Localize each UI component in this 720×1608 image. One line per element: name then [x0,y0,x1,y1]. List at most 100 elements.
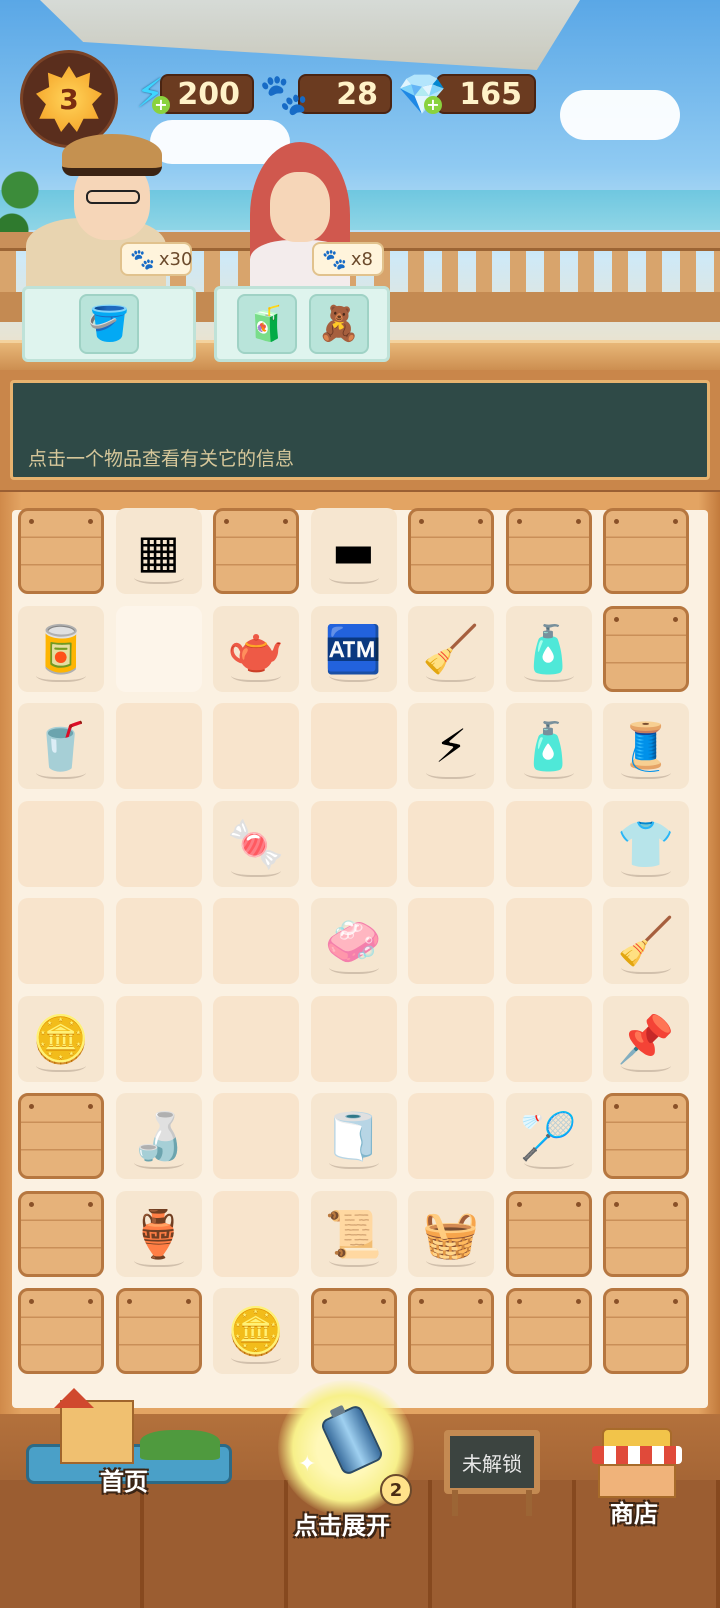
board-item-vase[interactable]: 🏺 [115,1190,202,1277]
empty-cell [408,995,494,1082]
cobweb [621,763,671,779]
cobweb [328,958,379,974]
board-item-tin-can[interactable]: 🥫 [18,605,104,692]
level-number: 3 [59,82,79,116]
locked-crate[interactable] [603,605,689,692]
cobweb [523,763,574,779]
paw-value: 28 [298,74,392,114]
vending-machine-icon: 🏧 [324,621,383,676]
locked-crate[interactable] [408,1288,494,1374]
locked-sign[interactable]: 未解锁 [444,1430,540,1494]
tin-can-icon: 🥫 [32,621,90,676]
board-item-badminton-racket[interactable]: 🏸 [505,1093,592,1179]
empty-cell [115,703,202,789]
vase-icon: 🏺 [129,1206,188,1261]
empty-cell [310,995,397,1082]
board-item-coins[interactable]: 🪙 [213,1288,299,1374]
locked-crate[interactable] [18,1190,104,1277]
board-item-folded-cloth[interactable]: 🧺 [408,1190,494,1277]
tshirt-icon: 👕 [617,816,675,871]
locked-crate[interactable] [603,1288,689,1374]
board-item-bottle[interactable]: 🍶 [115,1093,202,1179]
cobweb [621,958,671,974]
add-energy-icon[interactable]: + [152,96,170,114]
order-card[interactable]: 🧃 🧸 [214,286,390,362]
sign-legs [452,1490,532,1516]
board-item-soap[interactable]: 🧼 [310,898,397,984]
locked-crate[interactable] [408,508,494,594]
locked-crate[interactable] [18,508,104,594]
empty-cell [115,898,202,984]
torn-paper-icon: 📜 [324,1206,383,1261]
shop-icon [598,1464,676,1498]
board-item-detergent-bag[interactable]: 🧴 [505,605,592,692]
board-item-energy-generator[interactable]: ⚡ [408,703,494,789]
home-button[interactable]: 首页 [20,1380,232,1500]
order-card[interactable]: 🪣 [22,286,196,362]
locked-crate[interactable] [603,1093,689,1179]
board-item-tshirt[interactable]: 👕 [603,800,689,887]
expand-label[interactable]: 点击展开 [294,1506,390,1541]
awning [40,0,580,70]
locked-crate[interactable] [505,508,592,594]
board-item-grill[interactable]: ▦ [115,508,202,594]
cobweb [328,568,379,584]
pink-towel-icon[interactable]: 🧸 [309,294,369,354]
empty-cell [505,800,592,887]
add-gems-icon[interactable]: + [424,96,442,114]
paw-counter[interactable]: 28 🐾 [258,72,392,118]
board-item-teapot[interactable]: 🫖 [213,605,299,692]
board-item-rake[interactable]: 🧹 [408,605,494,692]
board-item-mop[interactable]: 🧹 [603,898,689,984]
empty-cell [213,1093,299,1179]
empty-cell [310,800,397,887]
cobweb [133,1251,184,1267]
board-item-soda-can[interactable]: 🥤 [18,703,104,789]
juice-cup-icon[interactable]: 🧃 [237,294,297,354]
info-hint: 点击一个物品查看有关它的信息 [28,448,295,470]
paw-icon: 🐾 [259,71,309,118]
board-item-coins[interactable]: 🪙 [18,995,104,1082]
board-item-vending-machine[interactable]: 🏧 [310,605,397,692]
shop-label[interactable]: 商店 [610,1494,658,1529]
empty-cell [18,898,104,984]
gem-icon: 💎 + [397,71,447,118]
cobweb [231,1348,281,1364]
paw-icon: 🐾 [322,247,347,271]
empty-cell [505,898,592,984]
board-item-torn-cloth[interactable]: 🧻 [310,1093,397,1179]
locked-crate[interactable] [310,1288,397,1374]
empty-cell [115,605,202,692]
gem-value: 165 [436,74,536,114]
board-item-spray-bottle[interactable]: 🧴 [505,703,592,789]
locked-crate[interactable] [18,1288,104,1374]
locked-crate[interactable] [18,1093,104,1179]
locked-crate[interactable] [213,508,299,594]
bucket-icon[interactable]: 🪣 [79,294,139,354]
cobweb [621,1056,671,1072]
board-item-spool[interactable]: 🧵 [603,703,689,789]
reward-tag: 🐾 x8 [312,242,384,276]
cobweb [523,1153,574,1169]
cobweb [328,1251,379,1267]
board-item-plank[interactable]: ▬ [310,508,397,594]
locked-crate[interactable] [115,1288,202,1374]
locked-crate[interactable] [505,1288,592,1374]
board-item-candy[interactable]: 🍬 [213,800,299,887]
home-label: 首页 [100,1468,148,1496]
board-item-pin[interactable]: 📌 [603,995,689,1082]
cobweb [621,861,671,877]
rake-icon: 🧹 [422,621,480,676]
board-item-torn-paper[interactable]: 📜 [310,1190,397,1277]
locked-crate[interactable] [603,508,689,594]
locked-crate[interactable] [505,1190,592,1277]
locked-crate[interactable] [603,1190,689,1277]
cobweb [426,666,476,682]
cobweb [426,763,476,779]
shop-button[interactable] [592,1428,682,1498]
energy-counter[interactable]: 200 ⚡ + [124,71,254,117]
coins-icon: 🪙 [32,1011,90,1066]
gem-counter[interactable]: 165 💎 + [396,72,536,118]
empty-cell [505,995,592,1082]
empty-cell [213,995,299,1082]
